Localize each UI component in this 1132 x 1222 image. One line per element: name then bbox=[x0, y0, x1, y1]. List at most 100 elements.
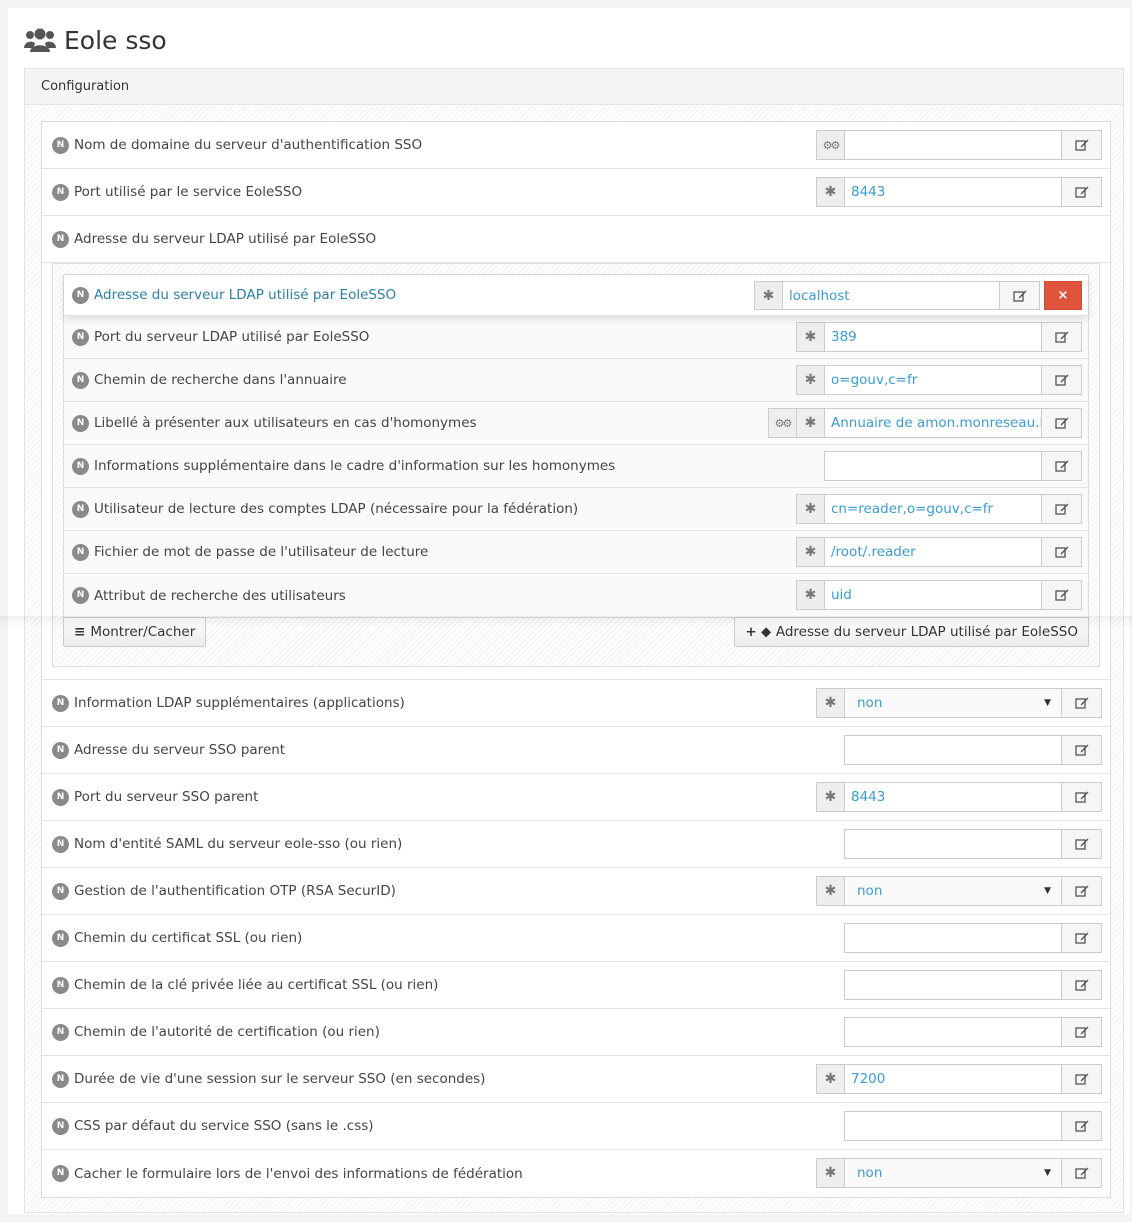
edit-button[interactable] bbox=[1042, 451, 1082, 481]
value-text: /root/.reader bbox=[831, 544, 916, 560]
variable-label: Adresse du serveur SSO parent bbox=[74, 742, 286, 758]
edit-button[interactable] bbox=[1062, 829, 1102, 859]
value-text: 389 bbox=[831, 329, 857, 345]
value-input[interactable]: localhost bbox=[782, 281, 1000, 310]
input-group bbox=[844, 1111, 1102, 1141]
edit-button[interactable] bbox=[1062, 1017, 1102, 1047]
value-input[interactable] bbox=[844, 130, 1062, 160]
edit-button[interactable] bbox=[1062, 1158, 1102, 1188]
n-badge: N bbox=[52, 741, 69, 759]
value-select[interactable]: non ▼ bbox=[844, 876, 1062, 906]
variable-label: Chemin de recherche dans l'annuaire bbox=[94, 372, 347, 388]
configuration-panel: Configuration N Nom de domaine du serveur… bbox=[24, 68, 1124, 1213]
variable-label: Chemin du certificat SSL (ou rien) bbox=[74, 930, 303, 946]
n-badge: N bbox=[72, 371, 89, 389]
delete-button[interactable]: × bbox=[1044, 281, 1082, 310]
value-text: 7200 bbox=[851, 1071, 886, 1087]
input-group: ⚙⚙ ✱ Annuaire de amon.monreseau.lan bbox=[768, 408, 1082, 438]
value-input[interactable] bbox=[844, 970, 1062, 1000]
variable-label: Chemin de l'autorité de certification (o… bbox=[74, 1024, 380, 1040]
ldap-entry: N Adresse du serveur LDAP utilisé par Eol… bbox=[63, 274, 1089, 618]
value-input[interactable]: Annuaire de amon.monreseau.lan bbox=[824, 408, 1042, 438]
edit-button[interactable] bbox=[1062, 177, 1102, 207]
input-group: ✱ non ▼ bbox=[816, 876, 1102, 906]
edit-icon bbox=[1012, 290, 1026, 302]
edit-button[interactable] bbox=[1042, 580, 1082, 610]
value-select[interactable]: non ▼ bbox=[844, 1158, 1062, 1188]
n-badge: N bbox=[52, 882, 69, 900]
edit-button[interactable] bbox=[1062, 1064, 1102, 1094]
asterisk-icon: ✱ bbox=[796, 322, 824, 352]
edit-button[interactable] bbox=[1062, 923, 1102, 953]
value-text: localhost bbox=[789, 287, 850, 304]
variable-list: N Nom de domaine du serveur d'authentific… bbox=[41, 121, 1111, 1198]
n-badge: N bbox=[72, 500, 89, 518]
value-input[interactable]: o=gouv,c=fr bbox=[824, 365, 1042, 395]
variable-row: N Nom d'entité SAML du serveur eole-sso (… bbox=[42, 821, 1110, 868]
edit-button[interactable] bbox=[1042, 322, 1082, 352]
input-group: ✱ o=gouv,c=fr bbox=[796, 365, 1082, 395]
value-input[interactable]: 8443 bbox=[844, 782, 1062, 812]
value-input[interactable]: uid bbox=[824, 580, 1042, 610]
n-badge: N bbox=[72, 328, 89, 346]
edit-button[interactable] bbox=[1000, 281, 1040, 310]
add-ldap-server-button[interactable]: + ⬥ Adresse du serveur LDAP utilisé par E… bbox=[734, 617, 1089, 647]
value-input[interactable] bbox=[824, 451, 1042, 481]
edit-icon bbox=[1054, 503, 1068, 515]
variable-label: Informations supplémentaire dans le cadr… bbox=[94, 458, 616, 474]
asterisk-icon: ✱ bbox=[796, 365, 824, 395]
edit-icon bbox=[1074, 885, 1088, 897]
value-input[interactable]: 389 bbox=[824, 322, 1042, 352]
ldap-entry-container: N Adresse du serveur LDAP utilisé par Eol… bbox=[52, 263, 1100, 667]
value-input[interactable] bbox=[844, 1111, 1062, 1141]
edit-button[interactable] bbox=[1062, 688, 1102, 718]
edit-button[interactable] bbox=[1062, 1111, 1102, 1141]
edit-button[interactable] bbox=[1042, 408, 1082, 438]
input-group: ✱ uid bbox=[796, 580, 1082, 610]
edit-button[interactable] bbox=[1062, 970, 1102, 1000]
value-input[interactable] bbox=[844, 923, 1062, 953]
page-title-text: Eole sso bbox=[64, 25, 167, 55]
n-badge: N bbox=[52, 136, 69, 154]
value-input[interactable] bbox=[844, 735, 1062, 765]
value-input[interactable]: /root/.reader bbox=[824, 537, 1042, 567]
value-input[interactable] bbox=[844, 829, 1062, 859]
ldap-group-header: N Adresse du serveur LDAP utilisé par Eol… bbox=[42, 216, 1110, 263]
edit-button[interactable] bbox=[1062, 130, 1102, 160]
edit-button[interactable] bbox=[1062, 782, 1102, 812]
variable-row: N Durée de vie d'une session sur le serve… bbox=[42, 1056, 1110, 1103]
n-badge: N bbox=[72, 587, 89, 604]
edit-button[interactable] bbox=[1042, 494, 1082, 524]
asterisk-icon: ✱ bbox=[796, 408, 824, 438]
value-input[interactable]: 7200 bbox=[844, 1064, 1062, 1094]
value-input[interactable]: cn=reader,o=gouv,c=fr bbox=[824, 494, 1042, 524]
n-badge: N bbox=[52, 1023, 69, 1041]
asterisk-icon: ✱ bbox=[796, 580, 824, 610]
edit-button[interactable] bbox=[1062, 735, 1102, 765]
variable-row: N Port du serveur SSO parent ✱ 8443 bbox=[42, 774, 1110, 821]
variable-label: CSS par défaut du service SSO (sans le .… bbox=[74, 1118, 374, 1134]
edit-icon bbox=[1074, 697, 1088, 709]
edit-button[interactable] bbox=[1042, 365, 1082, 395]
value-input[interactable]: 8443 bbox=[844, 177, 1062, 207]
edit-icon bbox=[1054, 546, 1068, 558]
asterisk-icon: ✱ bbox=[816, 876, 844, 906]
asterisk-icon: ✱ bbox=[816, 1158, 844, 1188]
value-input[interactable] bbox=[844, 1017, 1062, 1047]
n-badge: N bbox=[52, 788, 69, 806]
variable-label: Cacher le formulaire lors de l'envoi des… bbox=[74, 1165, 523, 1182]
edit-icon bbox=[1074, 139, 1088, 151]
value-text: non bbox=[857, 1165, 883, 1181]
users-icon bbox=[24, 28, 56, 52]
variable-row: N Cacher le formulaire lors de l'envoi de… bbox=[42, 1150, 1110, 1197]
edit-button[interactable] bbox=[1042, 537, 1082, 567]
input-group: ⚙⚙ bbox=[816, 130, 1102, 160]
variable-label: Nom de domaine du serveur d'authentifica… bbox=[74, 137, 423, 153]
asterisk-icon: ✱ bbox=[796, 537, 824, 567]
show-hide-button[interactable]: ≡ Montrer/Cacher bbox=[63, 617, 207, 647]
variable-row: N Chemin de recherche dans l'annuaire ✱ o=g… bbox=[64, 359, 1088, 402]
value-select[interactable]: non ▼ bbox=[844, 688, 1062, 718]
edit-button[interactable] bbox=[1062, 876, 1102, 906]
value-text: Annuaire de amon.monreseau.lan bbox=[831, 415, 1042, 431]
variable-label: Durée de vie d'une session sur le serveu… bbox=[74, 1071, 486, 1087]
